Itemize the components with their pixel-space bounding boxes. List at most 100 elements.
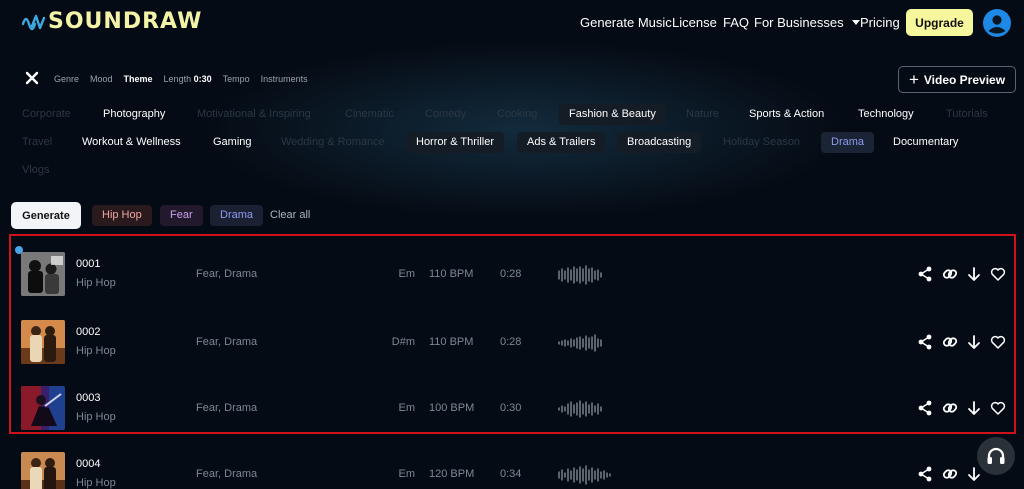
theme-comedy[interactable]: Comedy (425, 104, 466, 125)
share-icon[interactable] (917, 334, 933, 350)
waveform[interactable] (557, 396, 617, 422)
theme-wedding-romance[interactable]: Wedding & Romance (281, 132, 385, 153)
brand-name: SOUNDRAW (48, 9, 203, 34)
track-cover-image[interactable] (21, 452, 65, 489)
track-row[interactable]: 0004 Hip Hop Fear, Drama Em 120 BPM 0:34 (0, 448, 1024, 489)
tab-length-value: 0:30 (193, 74, 212, 84)
track-bpm: 110 BPM (429, 268, 474, 280)
nav-pricing[interactable]: Pricing (860, 15, 900, 30)
track-title: 0004 (76, 458, 101, 470)
video-preview-button[interactable]: + Video Preview (898, 66, 1016, 93)
share-icon[interactable] (917, 266, 933, 282)
track-row[interactable]: 0003 Hip Hop Fear, Drama Em 100 BPM 0:30 (0, 382, 1024, 442)
theme-motivational-inspiring[interactable]: Motivational & Inspiring (197, 104, 311, 125)
theme-gaming[interactable]: Gaming (213, 132, 252, 153)
download-arrow-icon[interactable] (966, 266, 982, 282)
download-arrow-icon[interactable] (966, 334, 982, 350)
support-chat-button[interactable] (977, 437, 1015, 475)
user-avatar-icon[interactable] (983, 9, 1011, 37)
theme-horror-thriller[interactable]: Horror & Thriller (406, 132, 505, 153)
track-genre: Hip Hop (76, 477, 116, 489)
clear-all-button[interactable]: Clear all (270, 209, 310, 221)
track-key: Em (398, 402, 416, 414)
theme-sports-action[interactable]: Sports & Action (749, 104, 824, 125)
theme-photography[interactable]: Photography (103, 104, 165, 125)
now-playing-indicator (15, 246, 23, 254)
theme-workout-wellness[interactable]: Workout & Wellness (82, 132, 181, 153)
top-navigation: SOUNDRAW Generate Music License FAQ For … (0, 0, 1024, 46)
track-key: D#m (391, 336, 415, 348)
track-title: 0001 (76, 258, 101, 270)
theme-corporate[interactable]: Corporate (22, 104, 71, 125)
theme-documentary[interactable]: Documentary (893, 132, 958, 153)
nav-generate-music[interactable]: Generate Music (580, 15, 672, 30)
track-bpm: 100 BPM (429, 402, 475, 414)
filter-tabs: Genre Mood Theme Length 0:30 Tempo Instr… (54, 74, 319, 84)
theme-ads-trailers[interactable]: Ads & Trailers (517, 132, 606, 153)
track-bpm: 110 BPM (429, 336, 474, 348)
selected-tag-drama[interactable]: Drama (210, 205, 264, 226)
theme-travel[interactable]: Travel (22, 132, 52, 153)
theme-tutorials[interactable]: Tutorials (946, 104, 988, 125)
selected-tag-fear[interactable]: Fear (160, 205, 203, 226)
heart-icon[interactable] (990, 400, 1006, 416)
theme-cinematic[interactable]: Cinematic (345, 104, 394, 125)
track-bpm: 120 BPM (429, 468, 475, 480)
theme-cooking[interactable]: Cooking (497, 104, 537, 125)
chevron-down-icon (851, 20, 860, 25)
theme-technology[interactable]: Technology (858, 104, 914, 125)
track-title: 0003 (76, 392, 101, 404)
link-icon[interactable] (942, 266, 958, 282)
track-cover-image[interactable] (21, 386, 65, 430)
track-key: Em (398, 468, 416, 480)
generate-button[interactable]: Generate (11, 202, 81, 229)
track-moods: Fear, Drama (196, 268, 258, 280)
track-duration: 0:30 (500, 402, 522, 414)
theme-vlogs[interactable]: Vlogs (22, 160, 50, 181)
waveform[interactable] (557, 330, 617, 356)
nav-faq[interactable]: FAQ (723, 15, 749, 30)
theme-holiday-season[interactable]: Holiday Season (723, 132, 800, 153)
waveform[interactable] (557, 462, 617, 488)
theme-drama-selected[interactable]: Drama (821, 132, 875, 153)
track-genre: Hip Hop (76, 345, 116, 357)
theme-nature[interactable]: Nature (686, 104, 719, 125)
track-genre: Hip Hop (76, 277, 116, 289)
heart-icon[interactable] (990, 266, 1006, 282)
track-row[interactable]: 0002 Hip Hop Fear, Drama D#m 110 BPM 0:2… (0, 316, 1024, 376)
selected-tag-hip-hop[interactable]: Hip Hop (92, 205, 152, 226)
logo-wave-icon (22, 14, 46, 30)
track-moods: Fear, Drama (196, 468, 258, 480)
download-arrow-icon[interactable] (966, 400, 982, 416)
track-duration: 0:34 (500, 468, 522, 480)
headset-icon (987, 447, 1005, 464)
track-row[interactable]: 0001 Hip Hop Fear, Drama Em 110 BPM 0:28 (0, 248, 1024, 308)
heart-icon[interactable] (990, 334, 1006, 350)
close-icon[interactable] (24, 70, 40, 86)
track-cover-image[interactable] (21, 252, 65, 296)
track-moods: Fear, Drama (196, 402, 258, 414)
tab-tempo[interactable]: Tempo (223, 74, 250, 84)
tab-theme[interactable]: Theme (124, 74, 153, 84)
track-key: Em (398, 268, 416, 280)
soundraw-logo[interactable]: SOUNDRAW (22, 9, 202, 34)
track-duration: 0:28 (500, 268, 522, 280)
nav-license[interactable]: License (672, 15, 717, 30)
upgrade-button[interactable]: Upgrade (906, 9, 973, 36)
tab-length[interactable]: Length 0:30 (164, 74, 212, 84)
background-glow (200, 40, 850, 220)
theme-broadcasting[interactable]: Broadcasting (617, 132, 702, 153)
nav-for-businesses[interactable]: For Businesses (754, 15, 860, 30)
tab-instruments[interactable]: Instruments (261, 74, 308, 84)
link-icon[interactable] (942, 400, 958, 416)
share-icon[interactable] (917, 400, 933, 416)
download-arrow-icon[interactable] (966, 466, 982, 482)
waveform[interactable] (557, 262, 617, 288)
share-icon[interactable] (917, 466, 933, 482)
track-cover-image[interactable] (21, 320, 65, 364)
tab-genre[interactable]: Genre (54, 74, 79, 84)
tab-mood[interactable]: Mood (90, 74, 113, 84)
theme-fashion-beauty[interactable]: Fashion & Beauty (559, 104, 666, 125)
link-icon[interactable] (942, 466, 958, 482)
link-icon[interactable] (942, 334, 958, 350)
